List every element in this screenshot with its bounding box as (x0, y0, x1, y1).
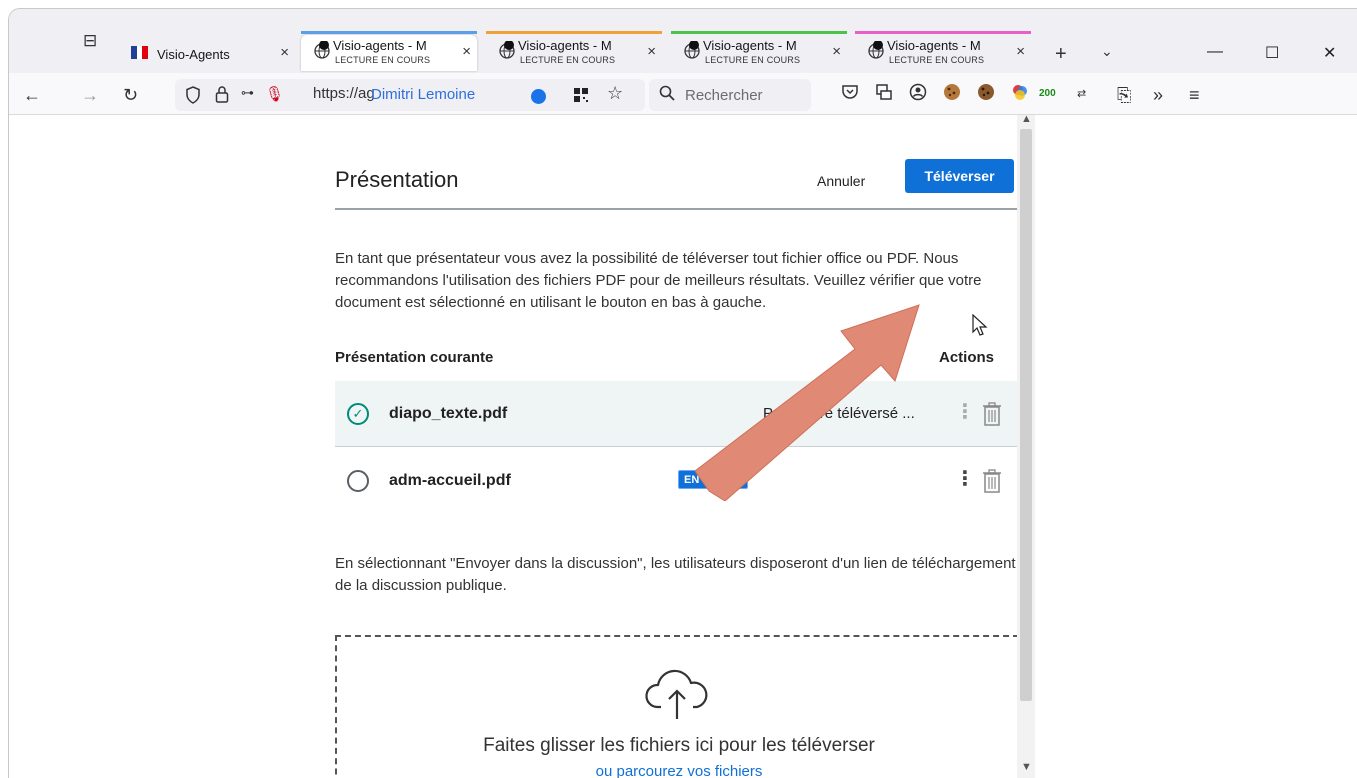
forward-icon[interactable]: → (81, 85, 99, 106)
globe-media-icon (868, 41, 884, 59)
browser-window: ⊟ Visio-Agents × Visio-agents - M LECTUR… (8, 8, 1357, 778)
page-content: Présentation Annuler Téléverser En tant … (9, 113, 1357, 778)
tab-playing-label: LECTURE EN COURS (889, 55, 985, 65)
cookie-icon[interactable] (977, 83, 995, 101)
upload-cloud-icon (645, 669, 708, 719)
scroll-down-icon[interactable]: ▼ (1021, 761, 1032, 773)
presentation-dialog: Présentation Annuler Téléverser En tant … (335, 115, 1019, 778)
tab-title: Visio-Agents (157, 47, 230, 62)
tab-media-4[interactable]: Visio-agents - M LECTURE EN COURS × (855, 31, 1031, 71)
tab-media-3[interactable]: Visio-agents - M LECTURE EN COURS × (671, 31, 847, 71)
tab-playing-label: LECTURE EN COURS (705, 55, 801, 65)
tab-close-icon[interactable]: × (280, 44, 289, 61)
intro-text: En tant que présentateur vous avez la po… (335, 250, 982, 311)
tab-playing-label: LECTURE EN COURS (335, 55, 431, 65)
shield-icon[interactable] (185, 86, 201, 104)
url-overlay-user: Dimitri Lemoine (371, 86, 476, 103)
tab-color-line (486, 31, 662, 34)
tab-close-icon[interactable]: × (647, 43, 656, 60)
tab-visio-agents[interactable]: Visio-Agents × (121, 39, 297, 69)
browse-files-link[interactable]: ou parcourez vos fichiers (337, 763, 1021, 778)
pocket-icon[interactable] (841, 83, 859, 101)
trash-icon[interactable] (981, 401, 1003, 427)
column-current-presentation: Présentation courante (335, 349, 494, 366)
flag-icon (131, 46, 149, 59)
mouse-cursor-icon (972, 314, 988, 336)
scroll-thumb[interactable] (1020, 129, 1032, 701)
check-circle-icon[interactable]: ✓ (347, 403, 369, 425)
drop-instructions: Faites glisser les fichiers ici pour les… (483, 735, 875, 756)
tab-media-1[interactable]: Visio-agents - M LECTURE EN COURS × (301, 31, 477, 71)
tab-title: Visio-agents - M (333, 38, 427, 53)
radio-icon[interactable] (347, 470, 369, 492)
status-badge: EN COURS (678, 470, 749, 489)
column-actions: Actions (939, 349, 995, 366)
overflow-menu-button[interactable]: » (1153, 85, 1163, 106)
kebab-icon[interactable]: ⋮ (955, 399, 975, 424)
scrollbar[interactable]: ▲ ▼ (1017, 113, 1035, 778)
kebab-icon[interactable]: ⋮ (955, 466, 975, 491)
lock-icon[interactable] (215, 85, 229, 103)
color-icon[interactable] (1011, 83, 1029, 101)
globe-media-icon (684, 41, 700, 59)
tab-close-icon[interactable]: × (1016, 43, 1025, 60)
tab-close-icon[interactable]: × (462, 43, 471, 60)
share-icon[interactable]: ⎘ (1117, 85, 1131, 106)
cookie-icon[interactable] (943, 83, 961, 101)
upload-button[interactable]: Téléverser (905, 159, 1014, 193)
discussion-note: En sélectionnant "Envoyer dans la discus… (335, 555, 1016, 594)
search-icon (659, 85, 675, 101)
new-tab-button[interactable]: + (1055, 43, 1067, 66)
tab-color-line (301, 31, 477, 34)
tab-playing-label: LECTURE EN COURS (520, 55, 616, 65)
list-all-tabs-button[interactable]: ⌄ (1101, 43, 1113, 60)
account-icon[interactable] (909, 83, 927, 101)
file-name: diapo_texte.pdf (389, 405, 508, 422)
user-status-dot (531, 89, 546, 104)
navigation-toolbar: ← → ↻ ⊶ 🎙 https://ag Dimitri Lemoine ☆ R… (9, 73, 1357, 115)
tab-title: Visio-agents - M (518, 38, 612, 53)
tab-bar: ⊟ Visio-Agents × Visio-agents - M LECTUR… (9, 9, 1357, 73)
tab-media-2[interactable]: Visio-agents - M LECTURE EN COURS × (486, 31, 662, 71)
tab-title: Visio-agents - M (887, 38, 981, 53)
url-bar[interactable]: ⊶ 🎙 https://ag Dimitri Lemoine ☆ (175, 79, 645, 111)
file-dropzone[interactable]: Faites glisser les fichiers ici pour les… (335, 635, 1019, 778)
tab-list-icon[interactable]: ⊟ (83, 31, 97, 51)
microphone-icon[interactable]: 🎙 (265, 85, 284, 103)
url-text[interactable]: https://ag (313, 85, 375, 102)
extension-icon[interactable] (875, 83, 893, 101)
tab-color-line (855, 31, 1031, 34)
file-row[interactable]: adm-accueil.pdf EN COURS ⋮ (335, 448, 1019, 514)
close-window-button[interactable]: ✕ (1323, 43, 1336, 63)
app-menu-button[interactable]: ≡ (1189, 85, 1200, 106)
tab-close-icon[interactable]: × (832, 43, 841, 60)
ext-counter-badge[interactable]: 200 (1039, 88, 1056, 99)
globe-media-icon (314, 41, 330, 59)
qr-icon[interactable] (573, 87, 589, 103)
file-row[interactable]: ✓ diapo_texte.pdf Prêt à être téléversé … (335, 381, 1019, 447)
scroll-up-icon[interactable]: ▲ (1021, 113, 1032, 125)
star-icon[interactable]: ☆ (607, 83, 623, 104)
file-name: adm-accueil.pdf (389, 472, 511, 489)
reload-icon[interactable]: ↻ (123, 85, 138, 106)
tab-title: Visio-agents - M (703, 38, 797, 53)
trash-icon[interactable] (981, 468, 1003, 494)
converter-icon[interactable]: ⇄ (1077, 87, 1086, 100)
dialog-title: Présentation (335, 167, 459, 192)
file-status: Prêt à être téléversé ... (763, 405, 915, 422)
minimize-button[interactable]: — (1207, 43, 1223, 61)
search-placeholder: Rechercher (685, 87, 763, 104)
back-icon[interactable]: ← (23, 85, 41, 106)
maximize-button[interactable]: ☐ (1265, 43, 1279, 63)
globe-media-icon (499, 41, 515, 59)
permissions-icon[interactable]: ⊶ (241, 85, 254, 101)
search-box[interactable]: Rechercher (649, 79, 811, 111)
header-divider (335, 208, 1019, 210)
tab-color-line (671, 31, 847, 34)
cancel-button[interactable]: Annuler (817, 173, 865, 189)
